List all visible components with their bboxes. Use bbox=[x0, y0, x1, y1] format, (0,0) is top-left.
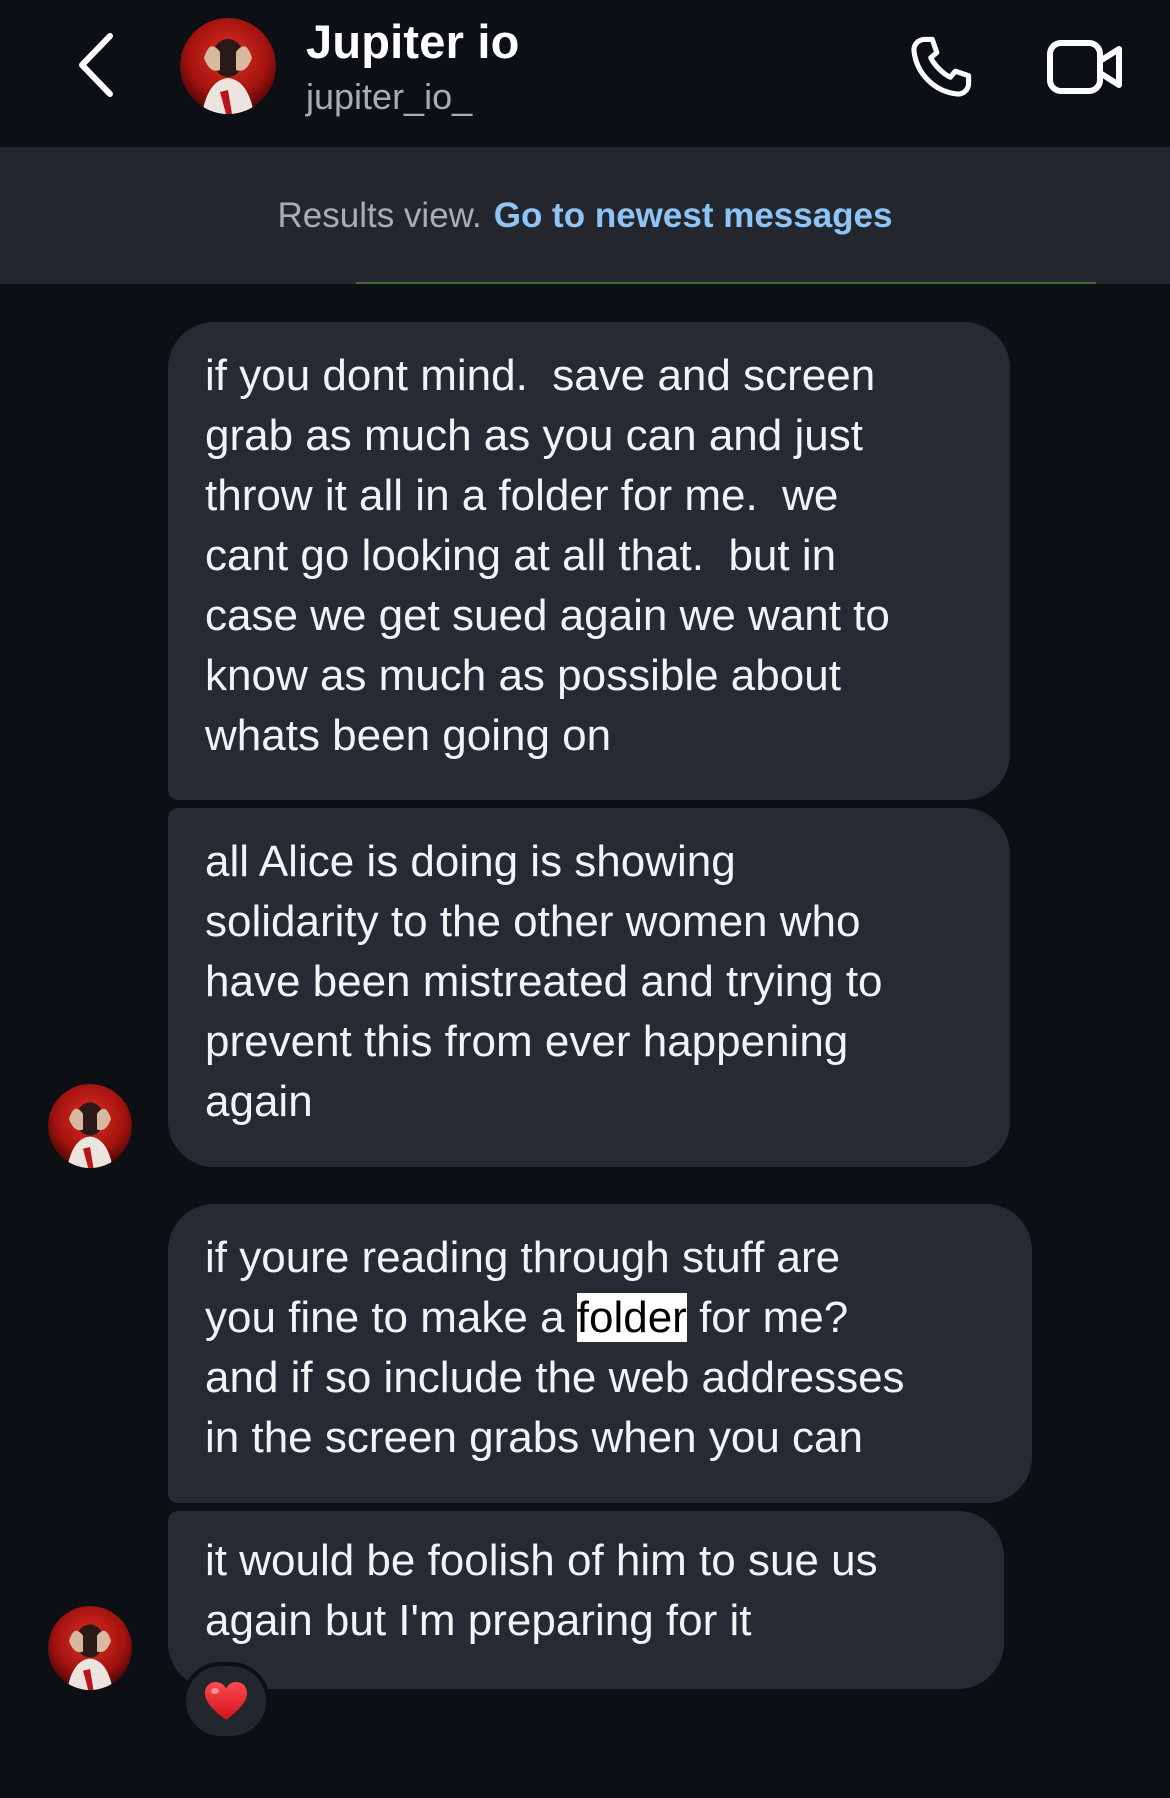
search-highlight: folder bbox=[576, 1293, 687, 1342]
red-heart-icon bbox=[205, 1682, 247, 1720]
go-to-newest-link[interactable]: Go to newest messages bbox=[494, 196, 893, 236]
video-call-button[interactable] bbox=[1042, 30, 1128, 104]
divider bbox=[356, 282, 1096, 284]
video-camera-icon bbox=[1047, 40, 1122, 94]
message-bubble[interactable]: if you dont mind. save and screen grab a… bbox=[168, 322, 1010, 800]
contact-handle[interactable]: jupiter_io_ bbox=[306, 76, 472, 118]
avatar-image bbox=[48, 1084, 132, 1168]
avatar-image bbox=[180, 18, 276, 114]
back-button[interactable] bbox=[66, 30, 126, 100]
message-text: all Alice is doing is showing solidarity… bbox=[205, 837, 883, 1126]
results-view-banner: Results view. Go to newest messages bbox=[0, 147, 1170, 284]
call-button[interactable] bbox=[900, 28, 982, 106]
contact-avatar[interactable] bbox=[180, 18, 276, 114]
heart-reaction[interactable] bbox=[182, 1662, 270, 1740]
message-bubble[interactable]: it would be foolish of him to sue us aga… bbox=[168, 1511, 1004, 1689]
chevron-left-icon bbox=[79, 33, 113, 97]
message-bubble[interactable]: all Alice is doing is showing solidarity… bbox=[168, 808, 1010, 1167]
avatar-image bbox=[48, 1606, 132, 1690]
sender-avatar[interactable] bbox=[48, 1606, 132, 1690]
results-view-label: Results view. bbox=[277, 195, 482, 235]
message-text: if youre reading through stuff are you f… bbox=[205, 1228, 1002, 1468]
message-bubble[interactable]: if youre reading through stuff are you f… bbox=[168, 1204, 1032, 1503]
message-text: if you dont mind. save and screen grab a… bbox=[205, 351, 890, 760]
message-text: it would be foolish of him to sue us aga… bbox=[205, 1536, 878, 1645]
chat-header: Jupiter io jupiter_io_ bbox=[0, 0, 1170, 147]
contact-name[interactable]: Jupiter io bbox=[306, 14, 520, 69]
phone-icon bbox=[911, 36, 972, 97]
sender-avatar[interactable] bbox=[48, 1084, 132, 1168]
